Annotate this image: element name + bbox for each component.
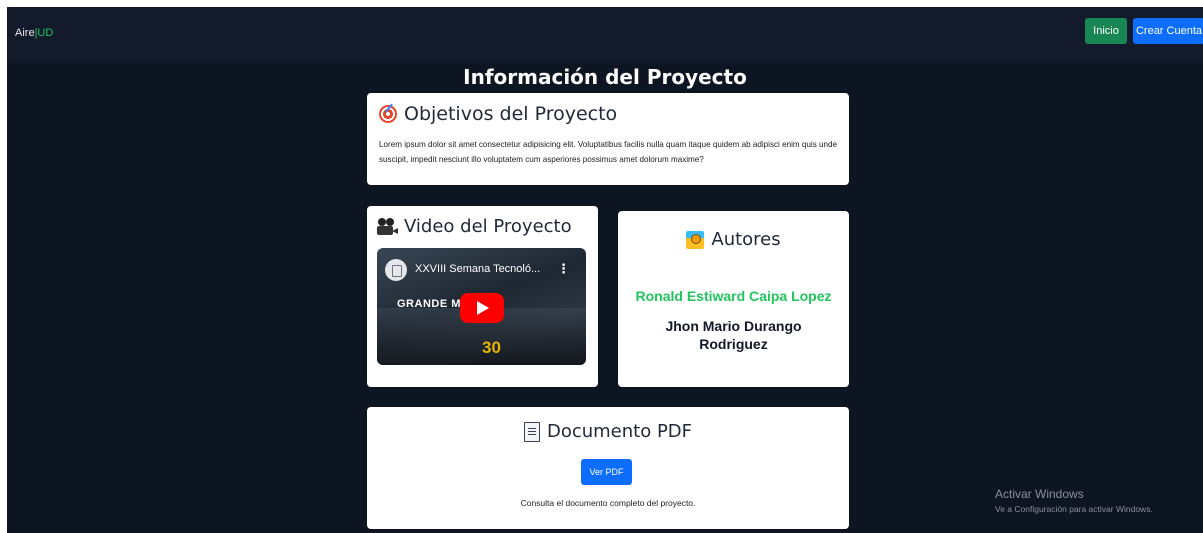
pdf-card: Documento PDF Ver PDF Consulta el docume… (367, 407, 849, 529)
video-heading: Video del Proyecto (377, 216, 572, 237)
page-title: Información del Proyecto (463, 65, 747, 89)
autores-title: Autores (711, 229, 781, 250)
film-camera-icon (377, 217, 398, 236)
autores-heading: Autores (618, 229, 849, 250)
ver-pdf-button[interactable]: Ver PDF (581, 459, 632, 485)
target-icon (379, 105, 397, 123)
video-player[interactable]: XXVIII Semana Tecnoló... ⋮ GRANDE MENTOS… (377, 248, 586, 365)
autores-card: Autores Ronald Estiward Caipa Lopez Jhon… (618, 211, 849, 387)
pdf-title: Documento PDF (546, 421, 693, 442)
channel-logo-icon[interactable] (385, 259, 407, 281)
inicio-button[interactable]: Inicio (1085, 18, 1127, 44)
video-badge: 30 (482, 338, 501, 357)
objetivos-text: Lorem ipsum dolor sit amet consectetur a… (379, 140, 837, 164)
people-icon (686, 230, 705, 249)
video-title: Video del Proyecto (404, 216, 572, 237)
author-name-1: Ronald Estiward Caipa Lopez (635, 288, 832, 304)
windows-activation-subtitle: Ve a Configuración para activar Windows. (995, 504, 1153, 514)
brand-main: Aire (15, 27, 35, 39)
navbar: Aire|UD Inicio Crear Cuenta (7, 7, 1203, 63)
brand-accent: UD (37, 27, 54, 39)
document-icon (523, 421, 540, 442)
brand-logo[interactable]: Aire|UD (15, 27, 53, 39)
crear-cuenta-button[interactable]: Crear Cuenta (1133, 18, 1203, 44)
pdf-heading: Documento PDF (367, 421, 849, 442)
video-card: Video del Proyecto XXVIII Semana Tecnoló… (367, 206, 598, 387)
objetivos-card: Objetivos del Proyecto Lorem ipsum dolor… (367, 93, 849, 185)
objetivos-heading: Objetivos del Proyecto (379, 103, 617, 125)
play-button-icon[interactable] (460, 293, 504, 323)
objetivos-title: Objetivos del Proyecto (404, 103, 618, 125)
author-name-2: Jhon Mario Durango Rodriguez (665, 318, 802, 352)
video-menu-icon[interactable]: ⋮ (557, 261, 570, 277)
pdf-description: Consulta el documento completo del proye… (520, 498, 696, 508)
video-player-title[interactable]: XXVIII Semana Tecnoló... (415, 263, 540, 275)
windows-activation-title: Activar Windows (995, 487, 1084, 501)
app-frame: Aire|UD Inicio Crear Cuenta Información … (7, 7, 1203, 533)
